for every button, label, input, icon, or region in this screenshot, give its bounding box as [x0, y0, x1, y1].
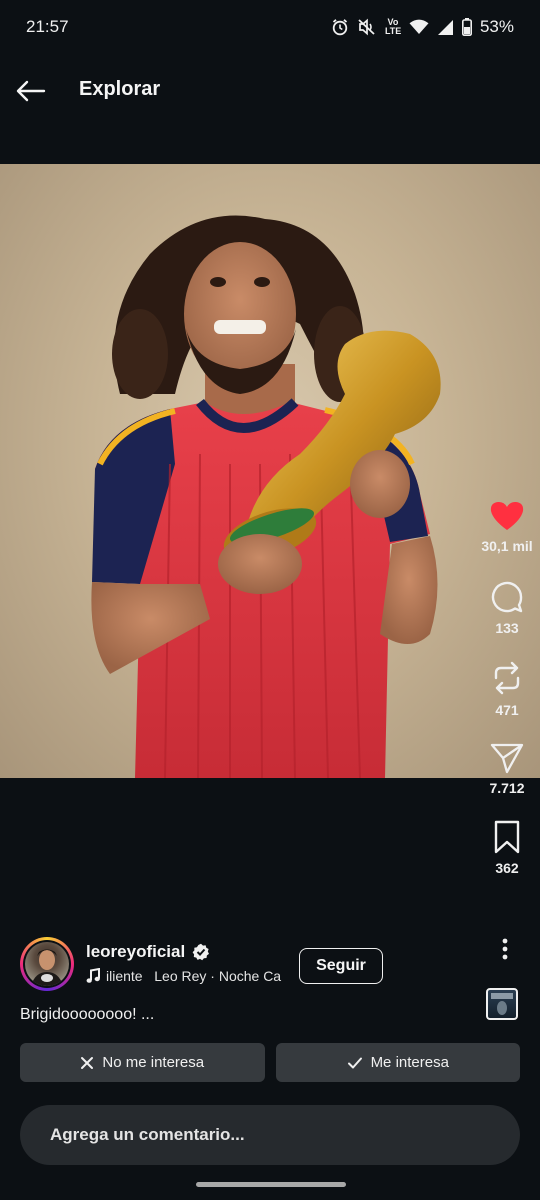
interest-row: No me interesa Me interesa — [20, 1043, 520, 1082]
status-icons: Vo LTE 53% — [331, 17, 514, 37]
save-count: 362 — [495, 860, 519, 876]
checkmark-icon — [347, 1057, 362, 1068]
mute-icon — [357, 18, 377, 36]
alarm-icon — [331, 18, 349, 36]
author-row: leoreyoficial iliente Leo Rey · Noche Ca… — [20, 936, 460, 994]
music-note-icon — [86, 968, 100, 983]
share-action[interactable]: 7.712 — [474, 742, 540, 796]
arrow-left-icon — [16, 80, 46, 102]
home-indicator[interactable] — [196, 1182, 346, 1187]
bookmark-icon — [494, 820, 520, 854]
not-interested-label: No me interesa — [102, 1054, 205, 1071]
music-row[interactable]: iliente Leo Rey · Noche Ca — [86, 968, 308, 984]
wifi-icon — [409, 19, 429, 35]
status-time: 21:57 — [26, 17, 69, 36]
like-count: 30,1 mil — [481, 538, 533, 554]
battery-percent: 53% — [479, 17, 514, 36]
signal-icon — [437, 19, 454, 36]
username-row: leoreyoficial — [86, 942, 210, 962]
volte-icon: Vo LTE — [384, 17, 402, 36]
repost-action[interactable]: 471 — [474, 660, 540, 718]
repost-icon — [494, 661, 520, 695]
back-button[interactable] — [14, 74, 48, 108]
post-caption[interactable]: Brigidoooooooo! ... — [20, 1006, 154, 1024]
like-action[interactable]: 30,1 mil — [474, 500, 540, 554]
app-header: Explorar — [0, 54, 540, 128]
repost-count: 471 — [495, 702, 519, 718]
interested-button[interactable]: Me interesa — [275, 1043, 520, 1082]
comment-count: 133 — [495, 620, 519, 636]
post-photo-illustration — [91, 215, 441, 778]
more-options-button[interactable] — [490, 936, 520, 962]
save-action[interactable]: 362 — [474, 820, 540, 876]
follow-button[interactable]: Seguir — [299, 948, 383, 984]
audio-thumbnail[interactable] — [486, 988, 518, 1020]
comment-input[interactable]: Agrega un comentario... — [20, 1105, 520, 1165]
post-image[interactable] — [0, 164, 540, 778]
interested-label: Me interesa — [370, 1054, 449, 1071]
verified-badge-icon — [192, 943, 210, 961]
heart-icon — [490, 501, 524, 530]
more-vertical-icon — [502, 938, 508, 960]
action-rail: 30,1 mil 133 471 7.712 362 — [474, 500, 540, 876]
not-interested-button[interactable]: No me interesa — [20, 1043, 265, 1082]
comment-action[interactable]: 133 — [474, 580, 540, 636]
username[interactable]: leoreyoficial — [86, 942, 185, 962]
page-title: Explorar — [79, 78, 161, 100]
battery-icon — [461, 18, 472, 36]
avatar-image — [25, 942, 69, 986]
music-text: iliente Leo Rey · Noche Ca — [106, 968, 282, 984]
comment-icon — [491, 581, 523, 613]
send-icon — [490, 743, 524, 774]
close-icon — [81, 1056, 94, 1069]
avatar[interactable] — [20, 937, 74, 991]
share-count: 7.712 — [489, 780, 525, 796]
status-bar: 21:57 Vo LTE 53% — [0, 0, 540, 54]
